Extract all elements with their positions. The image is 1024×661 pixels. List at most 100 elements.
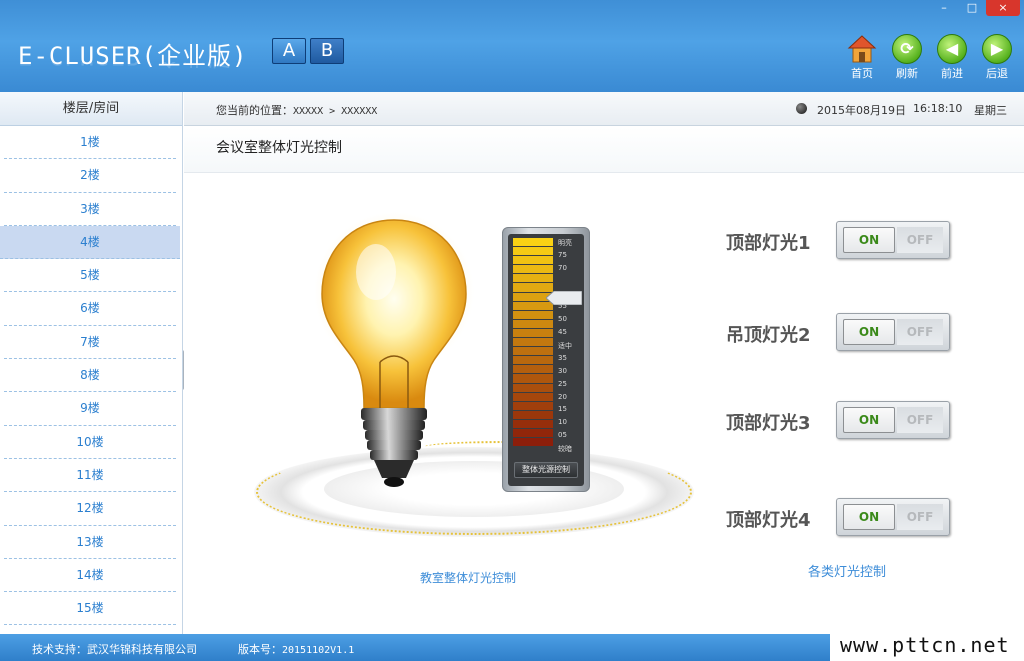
toggle-off[interactable]: OFF [897, 227, 943, 253]
toggle-on[interactable]: ON [843, 407, 895, 433]
light-category-caption: 各类灯光控制 [808, 565, 887, 580]
version-text: 版本号：20151102V1.1 [238, 641, 354, 657]
sidebar-item-floor-11[interactable]: 11楼 [4, 459, 176, 493]
meter-tick-label: 70 [558, 263, 567, 272]
meter-segment [513, 274, 553, 284]
light-name: 顶部灯光4 [726, 510, 811, 531]
close-button[interactable]: × [986, 0, 1020, 16]
meter-segment [513, 319, 553, 329]
location-bar: 您当前的位置：XXXXX > XXXXXX 2015年08月19日 16:18:… [184, 92, 1024, 126]
meter-segment [513, 438, 553, 448]
meter-tick-label: 35 [558, 353, 567, 362]
clock-indicator-icon [796, 103, 807, 114]
meter-tick-label: 75 [558, 250, 567, 259]
breadcrumb: 您当前的位置：XXXXX > XXXXXX [216, 102, 377, 118]
sidebar-item-floor-6[interactable]: 6楼 [4, 292, 176, 326]
page-title: 会议室整体灯光控制 [184, 127, 1024, 173]
sidebar-item-floor-2[interactable]: 2楼 [4, 159, 176, 193]
light-name: 顶部灯光3 [726, 413, 811, 434]
sidebar-item-floor-7[interactable]: 7楼 [4, 326, 176, 360]
level-slider-handle[interactable] [545, 290, 583, 306]
version-prefix: 版本号： [238, 643, 282, 656]
meter-segment [513, 256, 553, 266]
light-3-toggle[interactable]: ON OFF [836, 401, 950, 439]
mode-a-button[interactable]: A [272, 38, 306, 64]
light-name: 吊顶灯光2 [726, 325, 811, 346]
meter-tick-label: 20 [558, 392, 567, 401]
toggle-off[interactable]: OFF [897, 407, 943, 433]
meter-tick-label: 较暗 [558, 445, 572, 453]
overall-light-level-meter: 明亮757060555045适中35302520151005较暗 整体光源控制 [502, 227, 590, 492]
sidebar-item-floor-5[interactable]: 5楼 [4, 259, 176, 293]
meter-tick-label: 45 [558, 328, 567, 337]
refresh-label: 刷新 [896, 67, 918, 80]
toggle-on[interactable]: ON [843, 319, 895, 345]
meter-segment [513, 401, 553, 411]
minimize-button[interactable]: – [930, 0, 958, 16]
tech-support-text: 技术支持：武汉华锦科技有限公司 [32, 643, 197, 656]
home-button[interactable]: 首页 [843, 34, 881, 81]
sidebar-item-floor-4[interactable]: 4楼 [0, 225, 180, 260]
meter-segment [513, 347, 553, 357]
meter-segment [513, 428, 553, 439]
sidebar-item-floor-3[interactable]: 3楼 [4, 193, 176, 226]
toggle-on[interactable]: ON [843, 227, 895, 253]
meter-segment [513, 383, 553, 393]
current-time: 16:18:10 [913, 102, 963, 115]
light-name: 顶部灯光1 [726, 233, 811, 254]
forward-label: 前进 [941, 67, 963, 80]
breadcrumb-prefix: 您当前的位置： [216, 104, 293, 117]
meter-segment [513, 392, 553, 402]
meter-segment [513, 328, 553, 339]
home-icon [847, 34, 877, 64]
current-date: 2015年08月19日 [817, 104, 906, 117]
forward-arrow-icon: ◀ [937, 34, 967, 64]
title-bar: E-CLUSER(企业版) E-CLUSER(企业版) A B – □ × 首页… [0, 0, 1024, 92]
meter-segment [513, 374, 553, 384]
breadcrumb-path[interactable]: XXXXX > XXXXXX [293, 106, 377, 117]
toggle-off[interactable]: OFF [897, 319, 943, 345]
back-arrow-icon: ▶ [982, 34, 1012, 64]
overall-light-control-button[interactable]: 整体光源控制 [514, 462, 578, 478]
toggle-off[interactable]: OFF [897, 504, 943, 530]
sidebar-item-floor-1[interactable]: 1楼 [4, 126, 176, 160]
light-bulb-icon [314, 212, 474, 502]
meter-tick-label: 50 [558, 315, 567, 324]
light-row-3: 顶部灯光3 ON OFF [726, 401, 956, 441]
sidebar-item-floor-13[interactable]: 13楼 [4, 526, 176, 559]
sidebar-item-floor-9[interactable]: 9楼 [4, 392, 176, 426]
light-row-2: 吊顶灯光2 ON OFF [726, 313, 956, 353]
maximize-button[interactable]: □ [958, 0, 986, 16]
light-row-4: 顶部灯光4 ON OFF [726, 498, 956, 538]
classroom-light-caption: 教室整体灯光控制 [420, 571, 517, 585]
watermark: www.pttcn.net [830, 630, 1024, 661]
meter-tick-label: 15 [558, 405, 567, 414]
current-weekday: 星期三 [974, 104, 1007, 117]
meter-segment [513, 419, 553, 429]
main-panel: 会议室整体灯光控制 明亮 75 70 55 50 45 适中 35 30 25 … [184, 127, 1024, 634]
back-button[interactable]: ▶ 后退 [978, 34, 1016, 81]
sidebar-item-floor-15[interactable]: 15楼 [4, 592, 176, 626]
light-2-toggle[interactable]: ON OFF [836, 313, 950, 351]
forward-button[interactable]: ◀ 前进 [933, 34, 971, 81]
refresh-button[interactable]: ⟳ 刷新 [888, 34, 926, 81]
light-1-toggle[interactable]: ON OFF [836, 221, 950, 259]
meter-tick-label: 25 [558, 379, 567, 388]
floor-sidebar: 楼层/房间 1楼 2楼 3楼 4楼 5楼 6楼 7楼 8楼 9楼 10楼 11楼 12楼 13楼 14楼 1… [0, 92, 183, 634]
mode-b-button[interactable]: B [310, 38, 344, 64]
light-4-toggle[interactable]: ON OFF [836, 498, 950, 536]
back-label: 后退 [986, 67, 1008, 80]
meter-segment [513, 410, 553, 420]
meter-segment [513, 338, 553, 348]
sidebar-item-floor-10[interactable]: 10楼 [4, 426, 176, 459]
sidebar-item-floor-14[interactable]: 14楼 [4, 559, 176, 593]
floor-list: 1楼 2楼 3楼 4楼 5楼 6楼 7楼 8楼 9楼 10楼 11楼 12楼 13楼 14楼 15楼 [0, 126, 182, 626]
app-title-reflection: E-CLUSER(企业版) [18, 62, 248, 76]
sidebar-item-floor-8[interactable]: 8楼 [4, 359, 176, 393]
toggle-on[interactable]: ON [843, 504, 895, 530]
meter-tick-label: 10 [558, 418, 567, 427]
meter-tick-label: 05 [558, 431, 567, 440]
sidebar-item-floor-12[interactable]: 12楼 [4, 492, 176, 526]
meter-segment [513, 247, 553, 257]
meter-tick-label: 30 [558, 366, 567, 375]
